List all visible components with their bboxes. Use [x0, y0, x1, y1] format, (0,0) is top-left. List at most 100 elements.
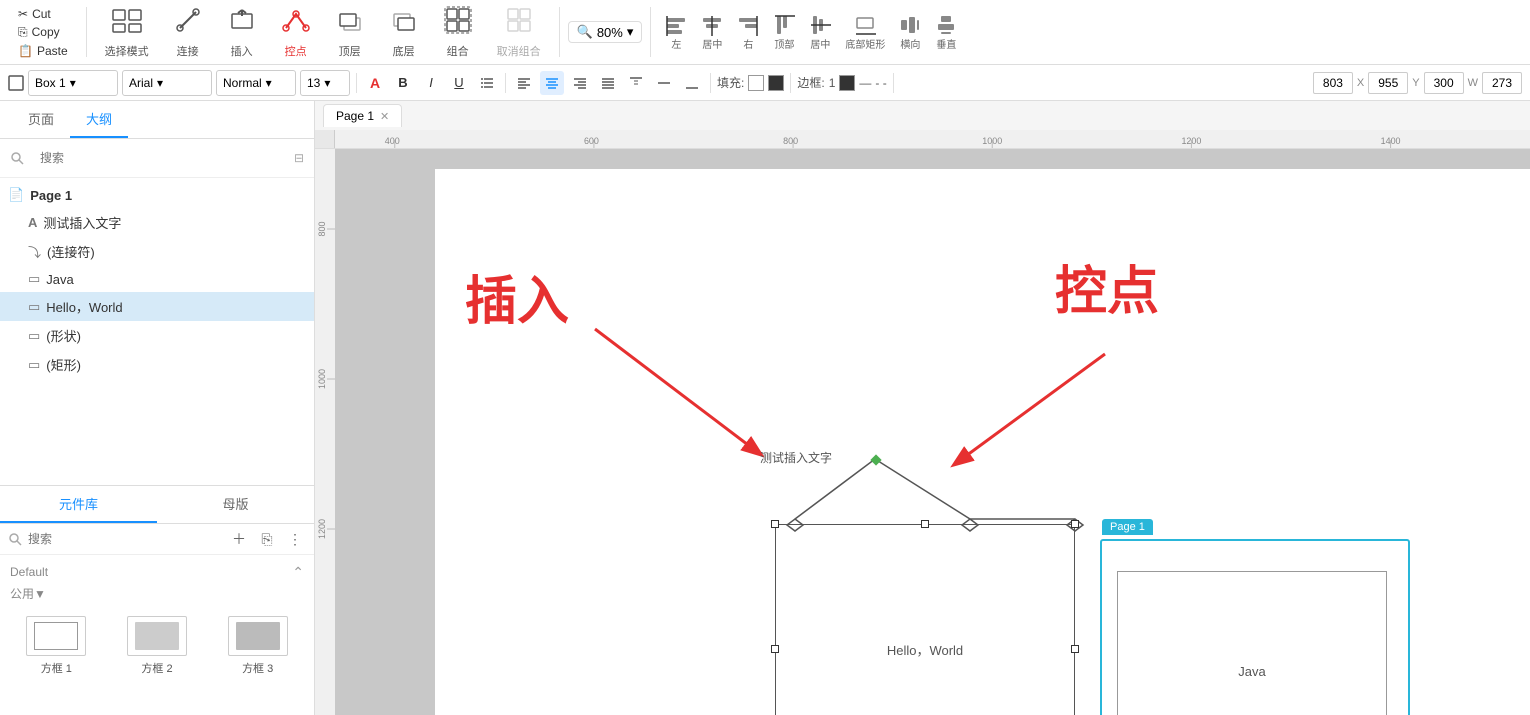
align-center-text-button[interactable] — [540, 71, 564, 95]
tree-item-page1[interactable]: 📄 Page 1 — [0, 182, 314, 208]
tree-item-helloworld[interactable]: ▭ Hello，World — [0, 292, 314, 321]
filter-icon[interactable]: ⊟ — [294, 151, 304, 165]
java-container[interactable]: Page 1 Java — [1100, 539, 1410, 715]
align-left-button[interactable]: 左 — [659, 12, 693, 53]
cut-button[interactable]: ✂ Cut — [14, 5, 72, 23]
component-search-input[interactable] — [28, 532, 222, 546]
cut-copy-paste-group: ✂ Cut ⎘ Copy 📋 Paste — [8, 3, 78, 62]
font-size-select[interactable]: 13 ▾ — [300, 70, 350, 96]
align-center-h-button[interactable]: 居中 — [695, 12, 729, 53]
align-top-button[interactable]: 顶部 — [767, 12, 801, 53]
canvas-page[interactable]: 插入 控点 测试插入文字 Hello，World — [435, 169, 1530, 715]
component-item-3[interactable]: 方框 3 — [211, 612, 304, 680]
bottom-layer-button[interactable]: 底层 — [379, 2, 429, 63]
control-icon — [282, 6, 310, 41]
align-left-text-button[interactable] — [512, 71, 536, 95]
element-name-select[interactable]: Box 1 ▾ — [28, 70, 118, 96]
svg-text:800: 800 — [317, 221, 327, 236]
group-label: 组合 — [447, 43, 469, 59]
component-thumb-1 — [26, 616, 86, 656]
connect-label: 连接 — [177, 43, 199, 59]
zoom-control[interactable]: 🔍 80% ▾ — [568, 21, 643, 43]
copy-button[interactable]: ⎘ Copy — [14, 23, 72, 42]
handle-mr[interactable] — [1071, 645, 1079, 653]
hello-world-box[interactable]: Hello，World — [775, 524, 1075, 715]
tab-master[interactable]: 母版 — [157, 486, 314, 523]
border-label: 边框: — [797, 74, 824, 91]
paste-button[interactable]: 📋 Paste — [14, 42, 72, 60]
align-middle-text-button[interactable] — [652, 71, 676, 95]
font-select[interactable]: Arial ▾ — [122, 70, 212, 96]
tree-item-rect[interactable]: ▭ (矩形) — [0, 350, 314, 379]
outline-search-input[interactable] — [30, 145, 288, 171]
add-component-button[interactable]: ＋ — [228, 528, 250, 550]
w-input[interactable] — [1424, 72, 1464, 94]
font-size-value: 13 — [307, 76, 320, 90]
element-icon — [8, 75, 24, 91]
component-grid: 方框 1 方框 2 方框 3 — [10, 604, 304, 688]
ruler-horizontal: 400 600 800 1000 1200 1400 — [335, 130, 1530, 148]
align-horizontal-button[interactable]: 横向 — [893, 12, 927, 53]
style-select[interactable]: Normal ▾ — [216, 70, 296, 96]
italic-button[interactable]: I — [419, 71, 443, 95]
align-top-text-button[interactable] — [624, 71, 648, 95]
canvas-tab-label: Page 1 — [336, 109, 374, 123]
tree-item-java[interactable]: ▭ Java — [0, 266, 314, 292]
group-button[interactable]: 组合 — [433, 2, 483, 63]
left-panel-search: ⊟ — [0, 139, 314, 178]
zoom-icon: 🔍 — [577, 24, 593, 40]
list-button[interactable] — [475, 71, 499, 95]
section-collapse-icon[interactable]: ⌃ — [292, 564, 304, 581]
bold-button[interactable]: B — [391, 71, 415, 95]
tab-components[interactable]: 元件库 — [0, 486, 157, 523]
h-input[interactable] — [1482, 72, 1522, 94]
align-vertical-button[interactable]: 垂直 — [929, 12, 963, 53]
paste-label: Paste — [37, 44, 68, 58]
handle-tr[interactable] — [1071, 520, 1079, 528]
copy-component-button[interactable]: ⎘ — [256, 528, 278, 550]
svg-text:800: 800 — [783, 136, 798, 146]
canvas-tab-close[interactable]: ✕ — [380, 110, 389, 123]
align-right-text-button[interactable] — [568, 71, 592, 95]
fill-color-white[interactable] — [748, 75, 764, 91]
bottom-left-tabs: 元件库 母版 — [0, 486, 314, 524]
align-bottom-rect-button[interactable]: 底部矩形 — [839, 12, 891, 53]
top-layer-button[interactable]: 顶层 — [325, 2, 375, 63]
connector-label: (连接符) — [47, 242, 95, 261]
tree-item-text1[interactable]: A 测试插入文字 — [0, 208, 314, 237]
align-right-button[interactable]: 右 — [731, 12, 765, 53]
handle-tm[interactable] — [921, 520, 929, 528]
control-button[interactable]: 控点 — [271, 2, 321, 63]
canvas-text-element[interactable]: 测试插入文字 — [760, 449, 832, 466]
component-item-1[interactable]: 方框 1 — [10, 612, 103, 680]
connect-button[interactable]: 连接 — [163, 2, 213, 63]
tree-item-connector[interactable]: ⤵ (连接符) — [0, 237, 314, 266]
component-thumb-2 — [127, 616, 187, 656]
text-color-button[interactable]: A — [363, 71, 387, 95]
java-box-inner[interactable]: Java — [1117, 571, 1387, 715]
tree-item-shape[interactable]: ▭ (形状) — [0, 321, 314, 350]
canvas-tab-page1[interactable]: Page 1 ✕ — [323, 104, 402, 127]
y-input[interactable] — [1368, 72, 1408, 94]
svg-text:1200: 1200 — [317, 519, 327, 539]
more-component-button[interactable]: ⋮ — [284, 528, 306, 550]
insert-button[interactable]: 插入 — [217, 2, 267, 63]
align-justify-text-button[interactable] — [596, 71, 620, 95]
style-dropdown-icon: ▾ — [266, 76, 272, 90]
border-color[interactable] — [839, 75, 855, 91]
underline-button[interactable]: U — [447, 71, 471, 95]
canvas-scroll[interactable]: 插入 控点 测试插入文字 Hello，World — [335, 149, 1530, 715]
tab-pages[interactable]: 页面 — [12, 101, 70, 138]
select-mode-button[interactable]: 选择模式 — [95, 2, 159, 63]
paste-icon: 📋 — [18, 44, 33, 58]
fill-color-black[interactable] — [768, 75, 784, 91]
x-input[interactable] — [1313, 72, 1353, 94]
handle-ml[interactable] — [771, 645, 779, 653]
component-item-2[interactable]: 方框 2 — [111, 612, 204, 680]
ungroup-button[interactable]: 取消组合 — [487, 2, 551, 63]
handle-tl[interactable] — [771, 520, 779, 528]
align-center-v-button[interactable]: 居中 — [803, 12, 837, 53]
tab-outline[interactable]: 大纲 — [70, 101, 128, 138]
align-bottom-text-button[interactable] — [680, 71, 704, 95]
ruler-corner — [315, 130, 335, 148]
